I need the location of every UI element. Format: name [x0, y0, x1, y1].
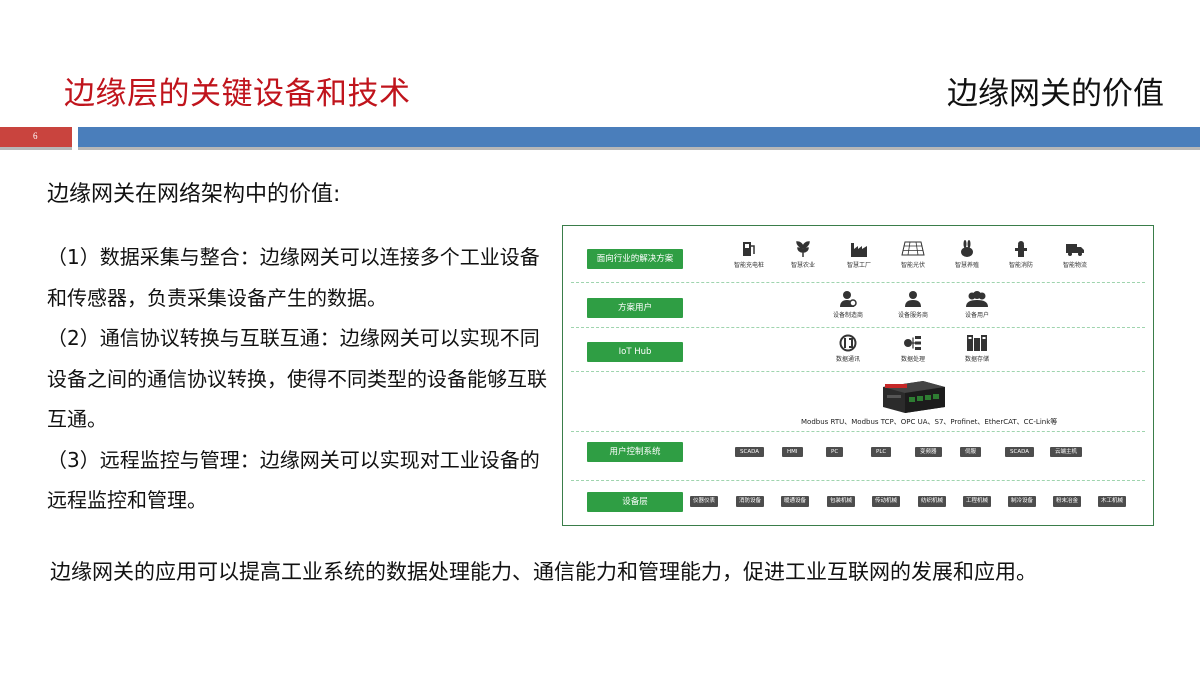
device-chip: 包装机械: [827, 496, 856, 507]
service-provider-icon: 设备服务商: [893, 290, 933, 319]
value-point: （1）数据采集与整合：边缘网关可以连接多个工业设备和传感器，负责采集设备产生的数…: [47, 245, 540, 310]
iot-label: 数据通讯: [835, 356, 860, 363]
slide-number-bar: 6: [0, 127, 72, 149]
control-system-chip: PLC: [871, 447, 892, 457]
user-label: 设备用户: [964, 312, 989, 319]
control-system-chip: 伺服: [960, 447, 982, 457]
section-title: 边缘网关的价值: [947, 76, 1164, 112]
livestock-icon: 智慧养殖: [947, 240, 987, 269]
manufacturer-icon: 设备制造商: [828, 290, 868, 319]
agriculture-icon: 智慧农业: [783, 240, 823, 269]
data-communication-icon: 数据通讯: [828, 334, 868, 363]
device-chip: 工程机械: [963, 496, 992, 507]
conclusion-text: 边缘网关的应用可以提高工业系统的数据处理能力、通信能力和管理能力，促进工业互联网…: [50, 560, 1037, 584]
data-storage-icon: 数据存储: [957, 334, 997, 363]
industry-label: 智能光伏: [900, 262, 925, 269]
factory-icon: 智慧工厂: [839, 240, 879, 269]
control-system-chip: HMI: [782, 447, 803, 457]
data-processing-icon: 数据处理: [893, 334, 933, 363]
divider: [571, 431, 1145, 432]
device-users-icon: 设备用户: [957, 290, 997, 319]
fire-hydrant-icon: 智能消防: [1001, 240, 1041, 269]
divider: [571, 480, 1145, 481]
industry-label: 智慧农业: [790, 262, 815, 269]
industry-label: 智能消防: [1008, 262, 1033, 269]
body-subtitle: 边缘网关在网络架构中的价值:: [47, 182, 341, 207]
industry-label: 智慧工厂: [846, 262, 871, 269]
divider: [571, 371, 1145, 372]
value-point: （2）通信协议转换与互联互通：边缘网关可以实现不同设备之间的通信协议转换，使得不…: [47, 326, 547, 431]
row-label-industry: 面向行业的解决方案: [587, 249, 683, 269]
device-chip: 消防设备: [736, 496, 765, 507]
truck-icon: 智能物流: [1055, 240, 1095, 269]
edge-gateway-device-image: [883, 381, 945, 413]
slide-title: 边缘层的关键设备和技术: [64, 76, 411, 112]
control-system-chip: 云端主机: [1050, 447, 1083, 457]
divider: [571, 327, 1145, 328]
solar-panel-icon: 智能光伏: [893, 240, 933, 269]
iot-label: 数据存储: [964, 356, 989, 363]
control-system-chip: SCADA: [1005, 447, 1034, 457]
slide-number: 6: [33, 131, 38, 141]
charging-pile-icon: 智能充电桩: [729, 240, 769, 269]
user-label: 设备制造商: [832, 312, 863, 319]
device-chip: 纺织机械: [918, 496, 947, 507]
row-label-users: 方案用户: [587, 298, 683, 318]
value-point: （3）远程监控与管理：边缘网关可以实现对工业设备的远程监控和管理。: [47, 447, 540, 513]
row-label-device: 设备层: [587, 492, 683, 512]
protocol-list: Modbus RTU、Modbus TCP、OPC UA、S7、Profinet…: [801, 418, 1058, 426]
industry-label: 智能物流: [1062, 262, 1087, 269]
device-chip: 粉末冶金: [1053, 496, 1082, 507]
control-system-chip: SCADA: [735, 447, 764, 457]
header-divider-bar: [78, 127, 1200, 149]
device-chip: 传动机械: [872, 496, 901, 507]
architecture-diagram: 面向行业的解决方案 方案用户 IoT Hub 智能充电桩 智慧农业 智慧工厂 智…: [562, 225, 1154, 526]
device-chip: 木工机械: [1098, 496, 1127, 507]
value-points: （1）数据采集与整合：边缘网关可以连接多个工业设备和传感器，负责采集设备产生的数…: [47, 237, 547, 521]
header-divider-shadow: [78, 147, 1200, 150]
industry-label: 智慧养殖: [954, 262, 979, 269]
row-label-iot: IoT Hub: [587, 342, 683, 362]
row-label-control: 用户控制系统: [587, 442, 683, 462]
control-system-chip: 变频器: [915, 447, 942, 457]
user-label: 设备服务商: [897, 312, 928, 319]
device-chip: 仪器仪表: [690, 496, 719, 507]
iot-label: 数据处理: [900, 356, 925, 363]
device-chip: 暖通设备: [781, 496, 810, 507]
divider: [571, 282, 1145, 283]
industry-label: 智能充电桩: [733, 262, 764, 269]
device-chip: 制冷设备: [1008, 496, 1037, 507]
slide-number-bar-shadow: [0, 147, 72, 150]
control-system-chip: PC: [826, 447, 844, 457]
